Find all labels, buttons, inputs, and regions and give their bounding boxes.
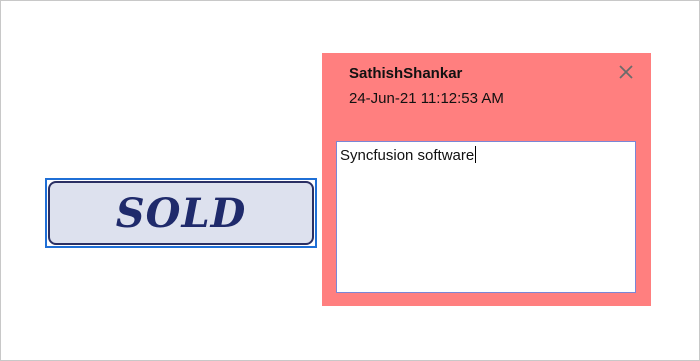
close-icon[interactable] bbox=[616, 62, 636, 82]
comment-date: 24-Jun-21 11:12:53 AM bbox=[349, 90, 504, 107]
comment-author: SathishShankar bbox=[349, 65, 463, 82]
text-caret bbox=[475, 146, 477, 163]
sold-stamp-annotation[interactable]: SOLD bbox=[48, 181, 314, 245]
comment-text: Syncfusion software bbox=[340, 147, 475, 164]
stamp-label: SOLD bbox=[115, 190, 247, 237]
comment-text-input[interactable]: Syncfusion software bbox=[336, 141, 636, 293]
comment-popup[interactable]: SathishShankar 24-Jun-21 11:12:53 AM Syn… bbox=[322, 53, 651, 306]
